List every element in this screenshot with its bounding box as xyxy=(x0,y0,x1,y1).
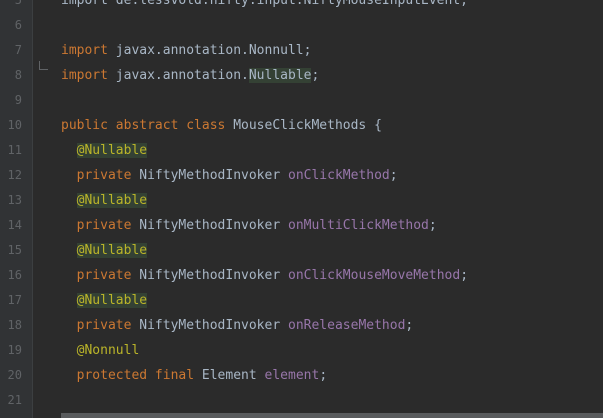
code-line[interactable]: 19 @Nonnull xyxy=(0,338,603,363)
code-line[interactable]: 11 @Nullable xyxy=(0,138,603,163)
code-text: private NiftyMethodInvoker onReleaseMeth… xyxy=(61,313,414,338)
code-token: import xyxy=(61,68,108,83)
code-token: NiftyMethodInvoker xyxy=(131,268,288,283)
code-token: @Nullable xyxy=(76,243,148,258)
code-text: import de.lessvold.nifty.input.NiftyMous… xyxy=(61,0,468,13)
code-text: @Nullable xyxy=(61,188,148,213)
code-token: onClickMethod xyxy=(288,168,390,183)
code-token: onReleaseMethod xyxy=(288,318,406,333)
line-number: 21 xyxy=(7,393,22,407)
code-line[interactable]: 12 private NiftyMethodInvoker onClickMet… xyxy=(0,163,603,188)
code-line[interactable]: 13 @Nullable xyxy=(0,188,603,213)
code-token: ; xyxy=(405,318,414,333)
code-token: @Nonnull xyxy=(76,343,140,358)
line-number: 5 xyxy=(14,0,22,7)
code-line[interactable]: 21 xyxy=(0,388,603,413)
code-line[interactable]: 7 import javax.annotation.Nonnull; xyxy=(0,38,603,63)
code-token: NiftyMethodInvoker xyxy=(131,318,288,333)
code-token: Nullable xyxy=(248,68,312,83)
line-number: 16 xyxy=(7,268,22,282)
code-token: NiftyMethodInvoker xyxy=(131,218,288,233)
code-token: element xyxy=(264,368,320,383)
code-token: NiftyMethodInvoker xyxy=(131,168,288,183)
code-line[interactable]: 9 xyxy=(0,88,603,113)
line-number: 20 xyxy=(7,368,22,382)
code-line[interactable]: 20 protected final Element element; xyxy=(0,363,603,388)
line-number: 18 xyxy=(7,318,22,332)
code-token: onClickMouseMoveMethod xyxy=(288,268,461,283)
code-text: private NiftyMethodInvoker onClickMouseM… xyxy=(61,263,468,288)
code-token: @Nullable xyxy=(76,293,148,308)
code-line[interactable]: 8 import javax.annotation.Nullable; xyxy=(0,63,603,88)
code-token: javax.annotation.Nonnull; xyxy=(107,43,312,58)
line-number: 10 xyxy=(7,118,22,132)
code-token: ; xyxy=(460,268,469,283)
code-token: @Nullable xyxy=(76,193,148,208)
code-line[interactable]: 16 private NiftyMethodInvoker onClickMou… xyxy=(0,263,603,288)
code-line[interactable]: 6 xyxy=(0,13,603,38)
line-number: 11 xyxy=(7,143,22,157)
code-text: import javax.annotation.Nullable; xyxy=(61,63,319,88)
code-token: javax.annotation. xyxy=(107,68,249,83)
code-text: private NiftyMethodInvoker onMultiClickM… xyxy=(61,213,437,238)
code-text: protected final Element element; xyxy=(61,363,327,388)
code-text: @Nullable xyxy=(61,138,148,163)
code-line[interactable]: 14 private NiftyMethodInvoker onMultiCli… xyxy=(0,213,603,238)
code-text: @Nullable xyxy=(61,238,148,263)
code-line[interactable]: 18 private NiftyMethodInvoker onReleaseM… xyxy=(0,313,603,338)
code-text: private NiftyMethodInvoker onClickMethod… xyxy=(61,163,398,188)
code-token: @Nullable xyxy=(76,143,148,158)
line-number: 9 xyxy=(14,93,22,107)
code-token: protected final xyxy=(76,368,195,383)
code-text: public abstract class MouseClickMethods … xyxy=(61,113,382,138)
code-token: import xyxy=(61,43,108,58)
line-number: 14 xyxy=(7,218,22,232)
code-token: ; xyxy=(428,218,437,233)
code-text: @Nonnull xyxy=(61,338,140,363)
line-number: 13 xyxy=(7,193,22,207)
code-token: private xyxy=(76,218,132,233)
line-number: 15 xyxy=(7,243,22,257)
code-text: import javax.annotation.Nonnull; xyxy=(61,38,311,63)
code-token: import de.lessvold.nifty.input.NiftyMous… xyxy=(61,0,468,8)
code-token: private xyxy=(76,318,132,333)
line-number: 12 xyxy=(7,168,22,182)
horizontal-scrollbar[interactable] xyxy=(61,413,603,418)
code-line[interactable]: 5 import de.lessvold.nifty.input.NiftyMou… xyxy=(0,0,603,13)
code-token: private xyxy=(76,168,132,183)
code-token: ; xyxy=(389,168,398,183)
code-token: public abstract class xyxy=(61,118,226,133)
line-number: 7 xyxy=(14,43,22,57)
code-token: Element xyxy=(194,368,265,383)
line-number: 6 xyxy=(14,18,22,32)
code-token: ; xyxy=(311,68,320,83)
code-token: private xyxy=(76,268,132,283)
line-number: 8 xyxy=(14,68,22,82)
code-line[interactable]: 15 @Nullable xyxy=(0,238,603,263)
code-text: @Nullable xyxy=(61,288,148,313)
code-line[interactable]: 10 public abstract class MouseClickMethod… xyxy=(0,113,603,138)
line-number: 17 xyxy=(7,293,22,307)
code-line[interactable]: 17 @Nullable xyxy=(0,288,603,313)
code-token: MouseClickMethods { xyxy=(225,118,382,133)
code-token: onMultiClickMethod xyxy=(288,218,429,233)
code-token: ; xyxy=(319,368,328,383)
line-number: 19 xyxy=(7,343,22,357)
fold-end-marker-icon[interactable] xyxy=(39,61,48,70)
